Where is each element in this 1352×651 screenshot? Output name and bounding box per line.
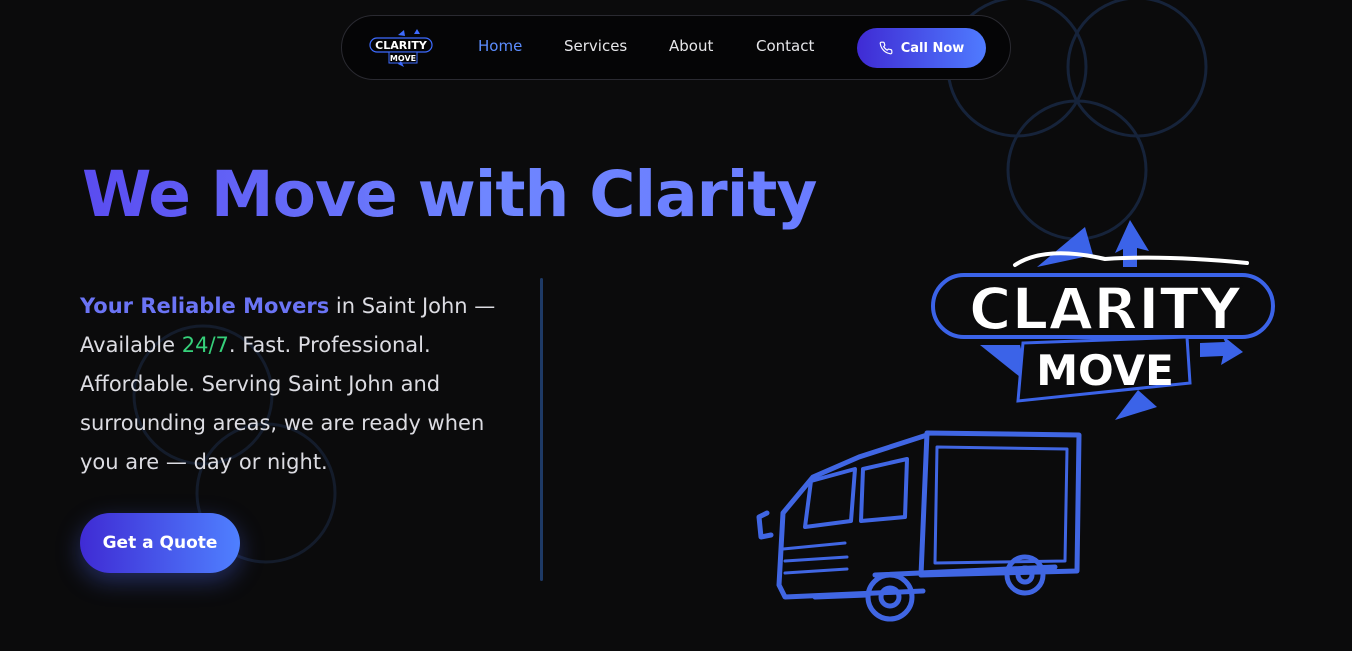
truck-icon: [756, 430, 1082, 622]
clarity-move-emblem: CLARITY MOVE: [931, 220, 1275, 420]
svg-text:MOVE: MOVE: [390, 54, 416, 63]
hero-description: Your Reliable Movers in Saint John — Ava…: [80, 287, 520, 482]
nav-link-about[interactable]: About: [669, 37, 713, 55]
hero-title: We Move with Clarity: [82, 158, 817, 231]
nav-link-contact[interactable]: Contact: [756, 37, 814, 55]
hours-badge: 24/7: [181, 333, 229, 357]
top-navigation: CLARITY MOVE Home Services About Contact…: [341, 15, 1011, 80]
get-a-quote-button[interactable]: Get a Quote: [80, 513, 240, 573]
vertical-divider: [540, 278, 543, 581]
phone-icon: [879, 41, 893, 55]
nav-link-home[interactable]: Home: [478, 37, 522, 55]
nav-link-services[interactable]: Services: [564, 37, 627, 55]
call-now-button[interactable]: Call Now: [857, 28, 986, 68]
call-now-label: Call Now: [900, 40, 965, 56]
clarity-move-logo[interactable]: CLARITY MOVE: [368, 29, 436, 67]
svg-text:CLARITY: CLARITY: [969, 275, 1242, 343]
svg-text:CLARITY: CLARITY: [375, 39, 428, 52]
hero-highlight: Your Reliable Movers: [80, 294, 330, 318]
svg-text:MOVE: MOVE: [1036, 346, 1174, 395]
